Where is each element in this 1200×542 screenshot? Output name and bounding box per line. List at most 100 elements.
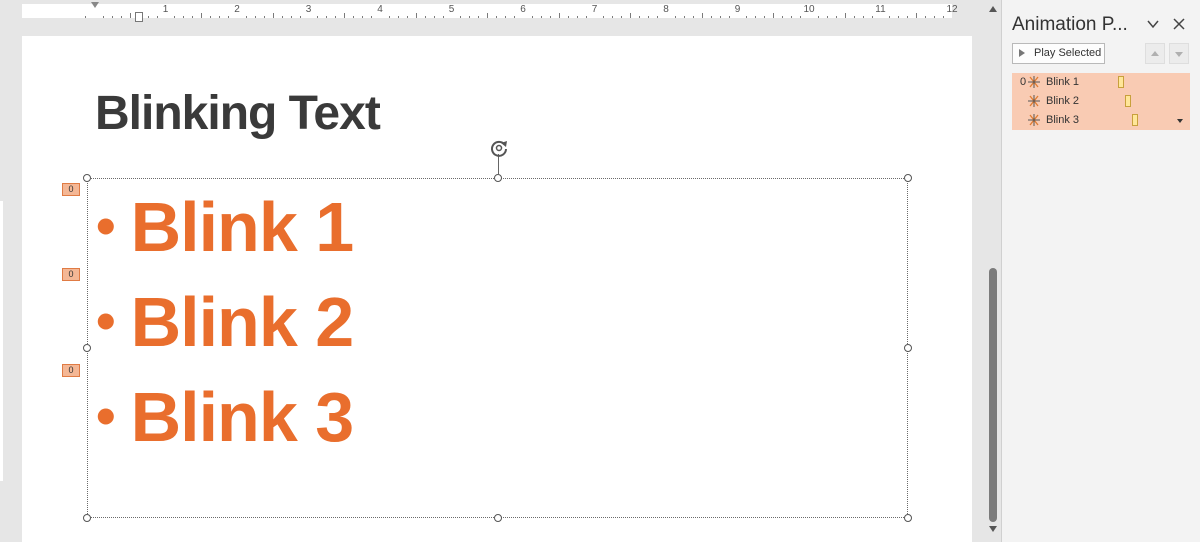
ruler-number: 8 xyxy=(663,4,669,15)
ruler-tick xyxy=(174,16,176,18)
ruler-tick xyxy=(102,16,104,18)
ruler-tick xyxy=(433,16,435,18)
animation-pane: Animation P... Play Selected 0 Blink 1 B… xyxy=(1001,0,1200,542)
ruler-tick xyxy=(263,16,265,18)
chevron-down-icon[interactable] xyxy=(1146,18,1160,30)
ruler-tick xyxy=(871,16,873,18)
ruler-tick xyxy=(719,16,721,18)
bullet-marker: • xyxy=(96,289,116,352)
timing-bar[interactable] xyxy=(1132,114,1138,126)
ruler-tick xyxy=(111,16,113,18)
scroll-thumb[interactable] xyxy=(989,268,997,522)
animation-tag[interactable]: 0 xyxy=(62,183,80,196)
ruler-tick xyxy=(916,13,918,18)
rotate-icon[interactable] xyxy=(488,137,510,159)
ruler-tick xyxy=(487,13,489,18)
ruler-number: 3 xyxy=(305,4,312,15)
animation-tag[interactable]: 0 xyxy=(62,364,80,377)
ruler-tick xyxy=(630,13,632,18)
ruler-tick xyxy=(281,16,283,18)
resize-handle-right[interactable] xyxy=(904,344,912,352)
move-earlier-button[interactable] xyxy=(1145,43,1165,64)
ruler-tick xyxy=(120,16,122,18)
ruler-tick xyxy=(505,16,507,18)
ruler-number: 10 xyxy=(803,4,815,15)
resize-handle-top-left[interactable] xyxy=(83,174,91,182)
resize-handle-bottom[interactable] xyxy=(494,514,502,522)
ruler-tick xyxy=(800,16,802,18)
ruler-tick xyxy=(514,16,516,18)
scroll-up-arrow[interactable] xyxy=(989,6,997,12)
ruler-tick xyxy=(576,16,578,18)
ruler-tick xyxy=(344,13,346,18)
timing-bar[interactable] xyxy=(1125,95,1131,107)
animation-item-name: Blink 1 xyxy=(1046,76,1080,88)
ruler-tick xyxy=(728,16,730,18)
ruler-tick xyxy=(746,16,748,18)
ruler-tick xyxy=(290,16,292,18)
bullet-textbox[interactable]: • Blink 1 • Blink 2 • Blink 3 xyxy=(87,178,908,518)
left-indent-marker[interactable] xyxy=(135,12,143,22)
slide-editing-area[interactable]: Blinking Text • Blink 1 • Blink 2 • Blink 3… xyxy=(0,22,985,542)
ruler-tick xyxy=(299,16,301,18)
vertical-scrollbar[interactable] xyxy=(985,0,1001,542)
thumbnail-pane-edge xyxy=(0,201,3,481)
slide-title[interactable]: Blinking Text xyxy=(95,86,381,141)
bullet-item[interactable]: • Blink 3 xyxy=(96,369,354,464)
ruler-tick xyxy=(817,16,819,18)
ruler-tick xyxy=(907,16,909,18)
resize-handle-bottom-right[interactable] xyxy=(904,514,912,522)
first-line-indent-marker[interactable] xyxy=(91,2,99,8)
arrow-down-icon xyxy=(1175,52,1183,57)
scroll-down-arrow[interactable] xyxy=(989,526,997,532)
ruler-tick xyxy=(764,16,766,18)
ruler-tick xyxy=(353,16,355,18)
ruler-tick xyxy=(889,16,891,18)
star-effect-icon xyxy=(1028,95,1040,107)
ruler-tick xyxy=(844,13,846,18)
ruler-tick xyxy=(853,16,855,18)
horizontal-ruler[interactable]: 1 2 3 4 5 6 7 8 9 10 11 12 xyxy=(0,0,985,22)
bullet-marker: • xyxy=(96,194,116,257)
ruler-tick xyxy=(335,16,337,18)
ruler-tick xyxy=(317,16,319,18)
ruler-tick xyxy=(442,16,444,18)
animation-item[interactable]: Blink 2 xyxy=(1012,92,1190,111)
resize-handle-top-right[interactable] xyxy=(904,174,912,182)
ruler-tick xyxy=(469,16,471,18)
ruler-tick xyxy=(219,16,221,18)
ruler-number: 12 xyxy=(946,4,958,15)
resize-handle-top[interactable] xyxy=(494,174,502,182)
star-effect-icon xyxy=(1028,114,1040,126)
ruler-tick xyxy=(460,16,462,18)
ruler-tick xyxy=(558,13,560,18)
ruler-tick xyxy=(424,16,426,18)
ruler-tick xyxy=(773,13,775,18)
bullet-text: Blink 1 xyxy=(130,188,355,266)
ruler-number: 11 xyxy=(875,4,886,15)
ruler-tick xyxy=(406,16,408,18)
animation-item[interactable]: 0 Blink 1 xyxy=(1012,73,1190,92)
animation-order: 0 xyxy=(1020,76,1027,88)
resize-handle-left[interactable] xyxy=(83,344,91,352)
animation-list[interactable]: 0 Blink 1 Blink 2 Blink 3 xyxy=(1012,73,1190,130)
move-later-button[interactable] xyxy=(1169,43,1189,64)
animation-tag[interactable]: 0 xyxy=(62,268,80,281)
ruler-tick xyxy=(531,16,533,18)
close-icon[interactable] xyxy=(1172,17,1186,31)
ruler-number: 9 xyxy=(734,4,741,15)
ruler-tick xyxy=(415,13,417,18)
play-selected-button[interactable]: Play Selected xyxy=(1012,43,1105,64)
timing-bar[interactable] xyxy=(1118,76,1124,88)
ruler-tick xyxy=(835,16,837,18)
bullet-item[interactable]: • Blink 1 xyxy=(96,179,355,274)
bullet-item[interactable]: • Blink 2 xyxy=(96,274,354,369)
slide-canvas[interactable]: Blinking Text • Blink 1 • Blink 2 • Blink 3 xyxy=(22,36,972,542)
ruler-tick xyxy=(934,16,936,18)
animation-item[interactable]: Blink 3 xyxy=(1012,111,1190,130)
ruler-tick xyxy=(371,16,373,18)
resize-handle-bottom-left[interactable] xyxy=(83,514,91,522)
dropdown-arrow-icon[interactable] xyxy=(1177,119,1183,123)
bullet-marker: • xyxy=(96,384,116,447)
ruler-tick xyxy=(791,16,793,18)
